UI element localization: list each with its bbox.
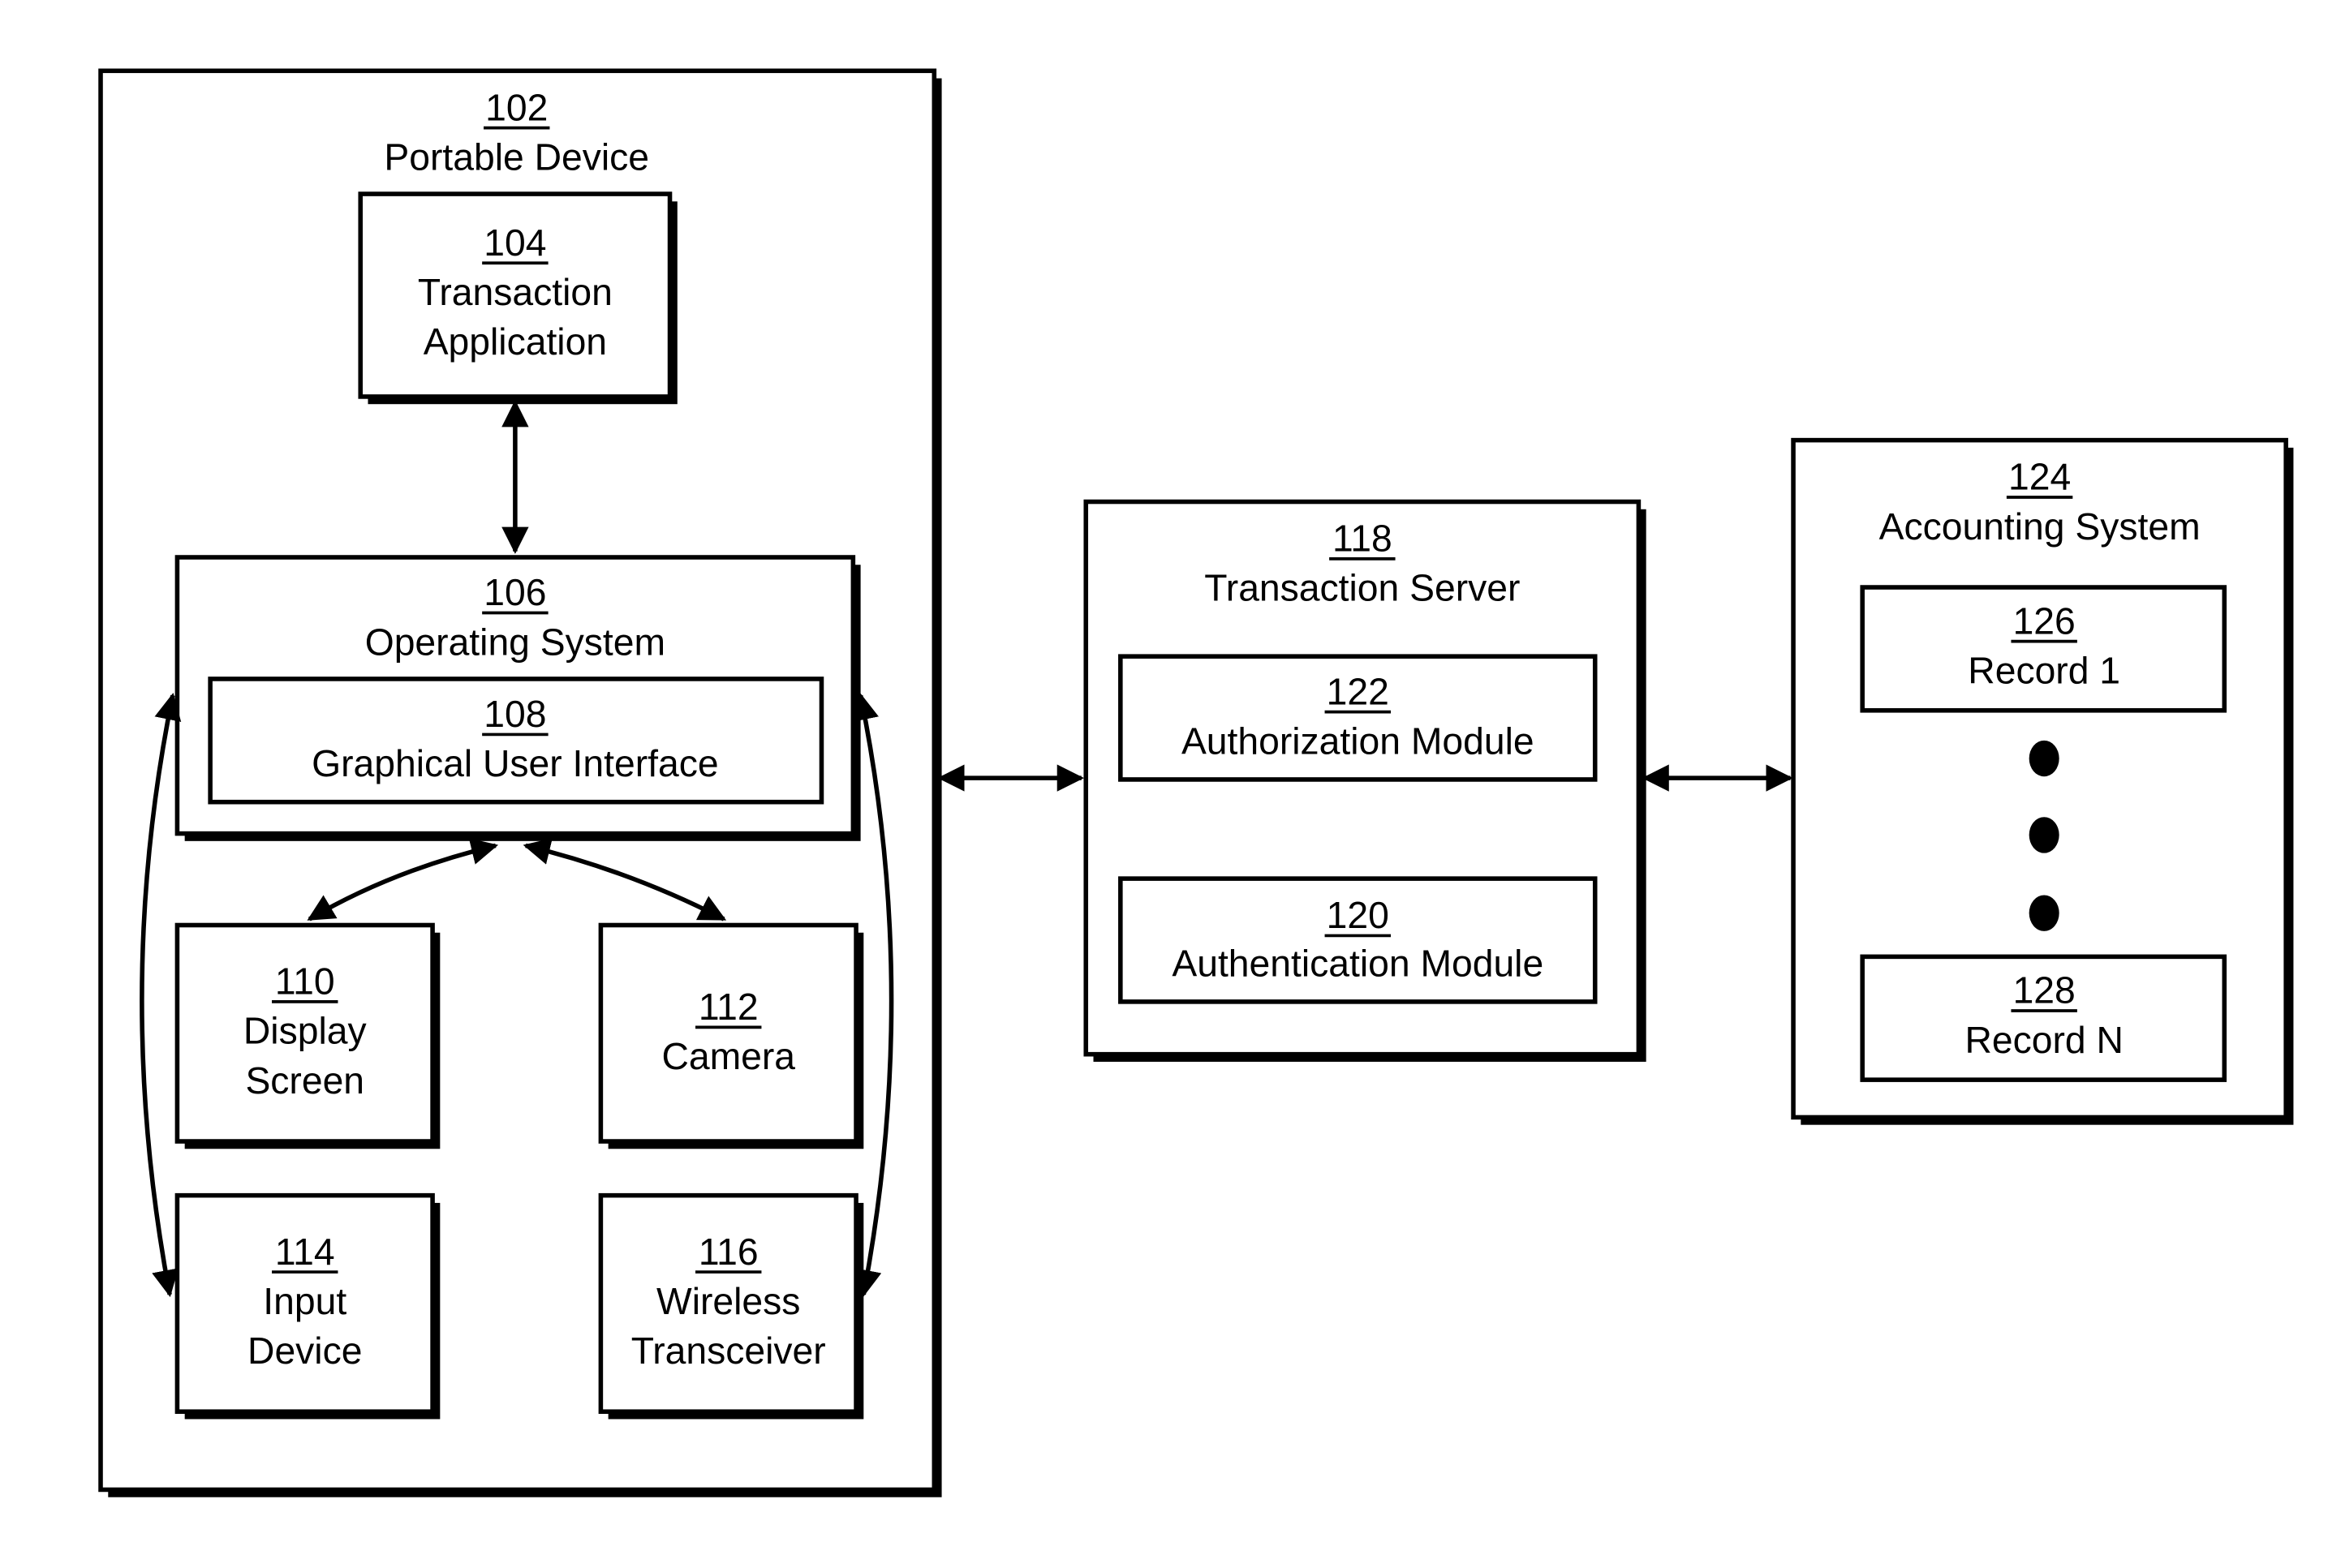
accounting-system-ref: 124 <box>2008 456 2071 498</box>
system-diagram: 102 Portable Device 104 Transaction Appl… <box>98 68 2294 1497</box>
record-1-label: Record 1 <box>1968 649 2120 691</box>
camera-ref: 112 <box>699 986 759 1028</box>
ellipsis-dot <box>2029 895 2059 931</box>
transaction-application-box: 104 Transaction Application <box>358 191 678 405</box>
transaction-application-label-2: Application <box>424 320 607 363</box>
authentication-module-label: Authentication Module <box>1172 942 1543 984</box>
wireless-transceiver-label-2: Transceiver <box>631 1330 826 1372</box>
input-device-box: 114 Input Device <box>174 1192 441 1420</box>
transaction-application-label-1: Transaction <box>418 271 613 313</box>
accounting-system-box: 124 Accounting System 126 Record 1 128 R… <box>1791 437 2294 1125</box>
authorization-module-ref: 122 <box>1327 670 1389 712</box>
gui-ref: 108 <box>484 693 546 735</box>
portable-device-ref: 102 <box>485 86 548 128</box>
display-screen-ref: 110 <box>275 960 335 1003</box>
ellipsis-dot <box>2029 740 2059 777</box>
portable-device-label: Portable Device <box>384 135 649 178</box>
record-n-label: Record N <box>1964 1019 2123 1061</box>
transaction-server-box: 118 Transaction Server 122 Authorization… <box>1083 499 1646 1062</box>
input-device-label-2: Device <box>247 1330 362 1372</box>
operating-system-ref: 106 <box>484 571 546 613</box>
camera-box: 112 Camera <box>598 922 864 1149</box>
operating-system-box: 106 Operating System 108 Graphical User … <box>174 555 861 841</box>
authorization-module-label: Authorization Module <box>1181 720 1534 762</box>
input-device-label-1: Input <box>263 1280 346 1322</box>
display-screen-box: 110 Display Screen <box>174 922 441 1149</box>
gui-label: Graphical User Interface <box>312 742 718 784</box>
operating-system-label: Operating System <box>365 621 665 663</box>
display-screen-label-2: Screen <box>245 1059 364 1102</box>
display-screen-label-1: Display <box>243 1010 368 1052</box>
wireless-transceiver-box: 116 Wireless Transceiver <box>598 1192 864 1420</box>
record-n-ref: 128 <box>2013 969 2076 1012</box>
input-device-ref: 114 <box>275 1231 335 1273</box>
accounting-system-label: Accounting System <box>1879 505 2201 548</box>
ellipsis-dot <box>2029 817 2059 853</box>
transaction-server-ref: 118 <box>1332 518 1392 560</box>
wireless-transceiver-ref: 116 <box>699 1231 759 1273</box>
wireless-transceiver-label-1: Wireless <box>656 1280 800 1322</box>
transaction-application-ref: 104 <box>484 221 546 264</box>
authentication-module-ref: 120 <box>1327 894 1389 936</box>
camera-label: Camera <box>661 1035 795 1077</box>
transaction-server-label: Transaction Server <box>1204 567 1520 609</box>
record-1-ref: 126 <box>2013 599 2076 642</box>
